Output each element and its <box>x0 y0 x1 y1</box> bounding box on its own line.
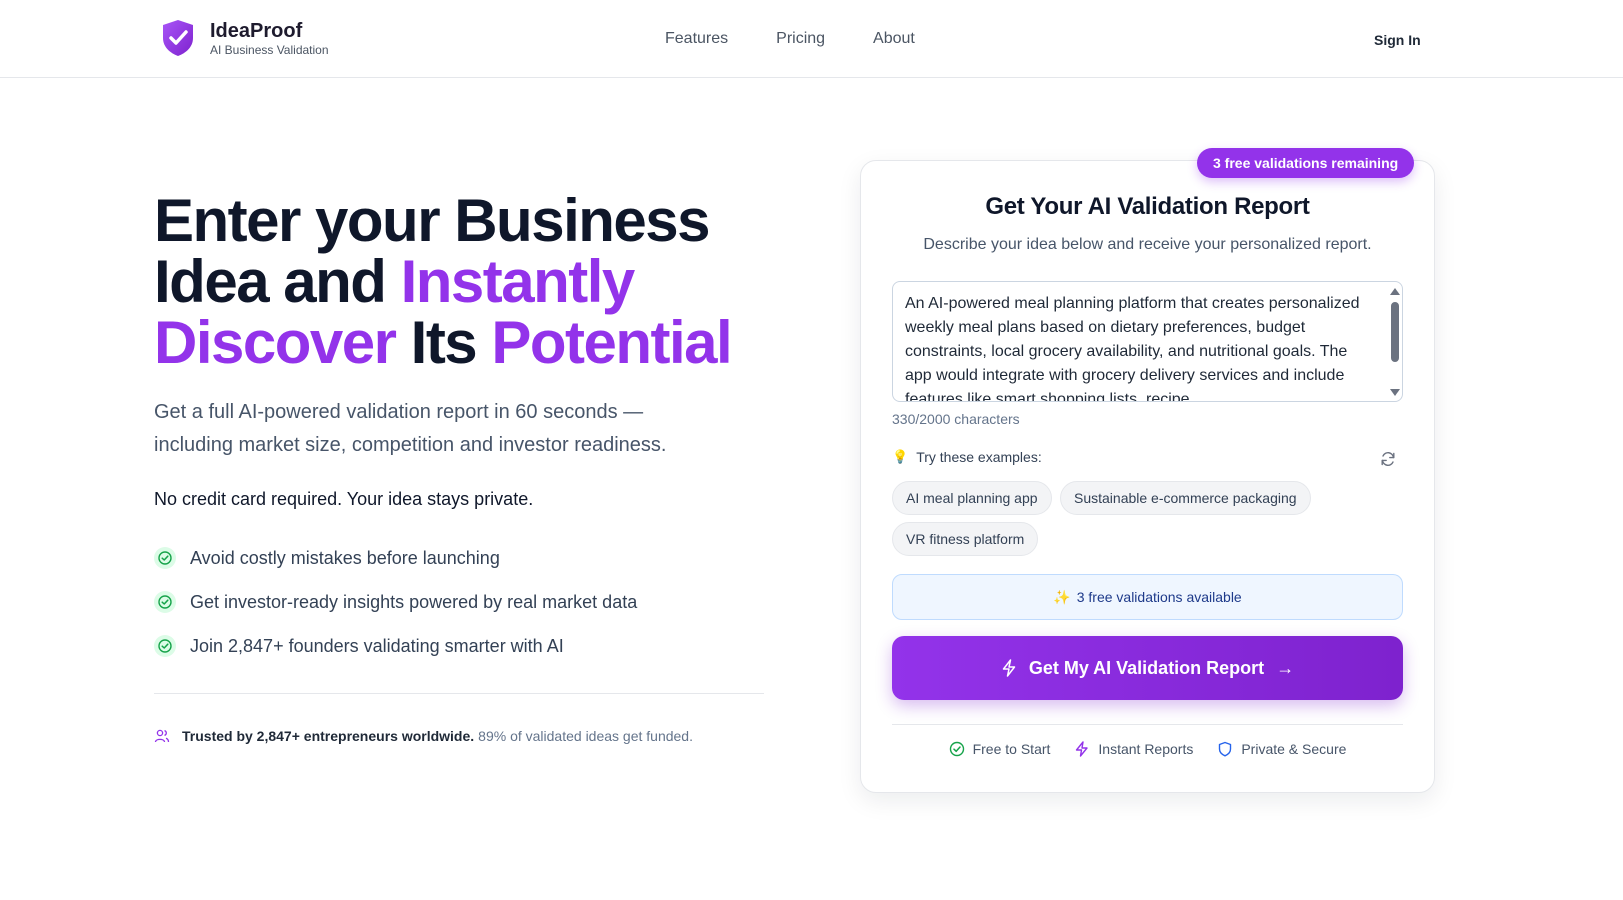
nav-pricing[interactable]: Pricing <box>776 28 825 50</box>
card-subtitle: Describe your idea below and receive you… <box>923 236 1372 253</box>
textarea-scrollbar[interactable] <box>1388 286 1400 398</box>
nav-about[interactable]: About <box>873 28 915 50</box>
check-circle-icon <box>154 635 176 657</box>
character-count: 330/2000 characters <box>892 411 1020 427</box>
main-nav: Features Pricing About <box>665 28 915 50</box>
benefit-list: Avoid costly mistakes before launching G… <box>154 546 637 678</box>
hero-title-line3b: Its <box>395 309 492 376</box>
example-chip-vr-fitness[interactable]: VR fitness platform <box>892 522 1039 556</box>
benefit-item: Get investor-ready insights powered by r… <box>154 590 637 614</box>
check-circle-icon <box>154 591 176 613</box>
benefit-text: Avoid costly mistakes before launching <box>190 547 500 568</box>
brand-tagline: AI Business Validation <box>210 43 329 57</box>
scroll-up-arrow-icon[interactable] <box>1390 288 1400 295</box>
check-circle-icon <box>154 547 176 569</box>
trusted-bold: Trusted by 2,847+ entrepreneurs worldwid… <box>182 728 475 744</box>
feature-private: Private & Secure <box>1217 741 1346 757</box>
lightbulb-icon: 💡 <box>892 449 909 464</box>
card-features: Free to Start Instant Reports Private & … <box>892 741 1403 757</box>
feature-free: Free to Start <box>949 741 1051 757</box>
trusted-line: Trusted by 2,847+ entrepreneurs worldwid… <box>154 728 693 744</box>
idea-textarea[interactable]: An AI-powered meal planning platform tha… <box>892 281 1403 402</box>
nav-features[interactable]: Features <box>665 28 728 50</box>
hero-title-line3c: Potential <box>491 309 732 376</box>
card-divider <box>892 724 1403 725</box>
brand-logo[interactable]: IdeaProof AI Business Validation <box>160 18 329 58</box>
lightning-icon <box>1076 741 1089 757</box>
hero-subtitle: Get a full AI-powered validation report … <box>154 401 667 456</box>
lightning-icon <box>1001 659 1017 677</box>
hero-title: Enter your Business Idea and Instantly D… <box>154 190 794 373</box>
shield-icon <box>1219 741 1232 757</box>
hero-title-line3a: Discover <box>154 309 397 376</box>
benefit-item: Join 2,847+ founders validating smarter … <box>154 634 637 658</box>
benefit-item: Avoid costly mistakes before launching <box>154 546 637 570</box>
card-title: Get Your AI Validation Report <box>985 193 1310 220</box>
brand-name: IdeaProof <box>210 20 303 42</box>
scroll-thumb[interactable] <box>1391 302 1399 362</box>
free-validations-text: 3 free validations available <box>1076 589 1242 605</box>
example-chip-ecommerce-packaging[interactable]: Sustainable e-commerce packaging <box>1060 481 1311 515</box>
shield-check-icon <box>163 20 193 56</box>
hero-divider <box>154 693 764 694</box>
feature-instant-label: Instant Reports <box>1098 741 1194 757</box>
free-validations-notice: ✨ 3 free validations available <box>892 574 1403 620</box>
examples-label: 💡 Try these examples: <box>892 449 1042 465</box>
sign-in-link[interactable]: Sign In <box>1374 30 1421 50</box>
scroll-down-arrow-icon[interactable] <box>1390 389 1400 396</box>
benefit-text: Join 2,847+ founders validating smarter … <box>190 635 564 656</box>
arrow-right-icon: → <box>1276 657 1295 678</box>
idea-textarea-value[interactable]: An AI-powered meal planning platform tha… <box>905 292 1375 401</box>
trusted-rest: 89% of validated ideas get funded. <box>478 728 693 744</box>
benefit-text: Get investor-ready insights powered by r… <box>190 591 638 612</box>
sparkles-icon: ✨ <box>1053 588 1071 605</box>
refresh-icon[interactable] <box>1380 451 1396 467</box>
remaining-badge: 3 free validations remaining <box>1197 148 1415 178</box>
examples-label-text: Try these examples: <box>916 449 1042 465</box>
site-header: IdeaProof AI Business Validation Feature… <box>0 0 1623 78</box>
hero-title-line2b: Instantly <box>400 248 636 315</box>
example-chip-meal-planning[interactable]: AI meal planning app <box>892 481 1052 515</box>
get-report-label: Get My AI Validation Report <box>1028 657 1265 678</box>
users-icon <box>154 729 170 743</box>
get-report-button[interactable]: Get My AI Validation Report → <box>892 636 1403 700</box>
hero-note: No credit card required. Your idea stays… <box>154 489 534 509</box>
feature-instant: Instant Reports <box>1074 741 1193 757</box>
check-circle-icon <box>949 741 964 757</box>
hero-title-line1: Enter your Business <box>154 187 711 254</box>
feature-free-label: Free to Start <box>972 741 1051 757</box>
feature-private-label: Private & Secure <box>1241 741 1347 757</box>
hero-title-line2a: Idea and <box>154 248 401 315</box>
